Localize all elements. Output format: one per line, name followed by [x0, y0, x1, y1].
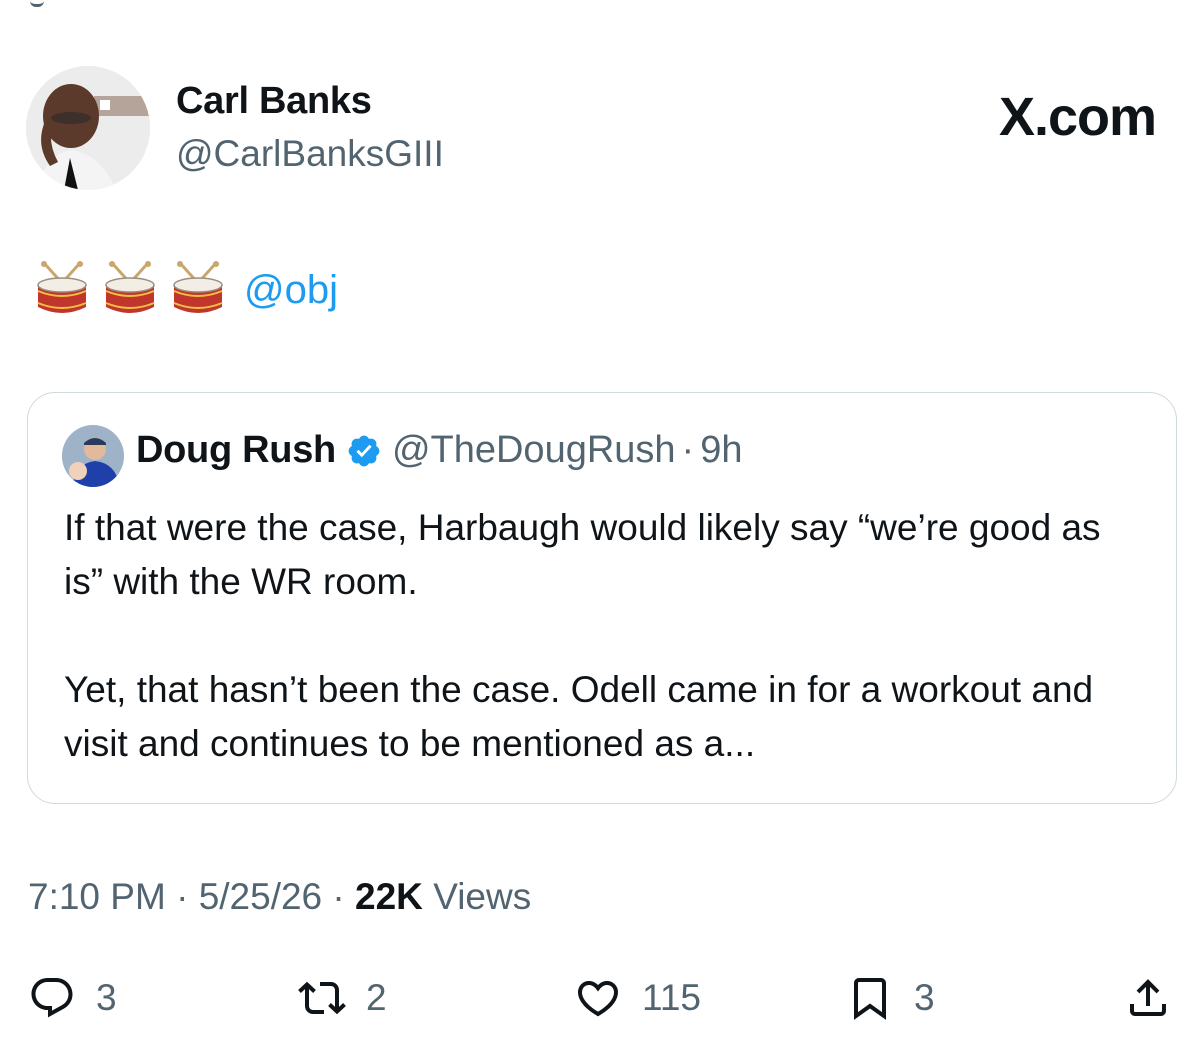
views-label: Views	[433, 876, 532, 917]
quoted-tweet[interactable]: Doug Rush @TheDougRush · 9h If that were…	[27, 392, 1177, 804]
author-name[interactable]: Carl Banks	[176, 80, 372, 123]
repost-icon	[298, 981, 346, 1015]
author-avatar[interactable]	[26, 66, 150, 190]
views-count: 22K	[355, 876, 423, 917]
tweet-date[interactable]: 5/25/26	[199, 876, 322, 917]
tweet-text: @obj	[34, 258, 338, 322]
drum-icon	[37, 261, 87, 313]
separator-dot: ·	[681, 429, 695, 471]
quoted-author-name[interactable]: Doug Rush	[136, 429, 336, 472]
quoted-author-handle[interactable]: @TheDougRush	[392, 429, 676, 472]
bookmark-icon	[854, 978, 886, 1020]
author-handle[interactable]: @CarlBanksGIII	[176, 133, 444, 175]
quoted-header: Doug Rush @TheDougRush · 9h	[136, 429, 742, 472]
share-button[interactable]	[1124, 968, 1172, 1028]
drum-icon	[105, 261, 155, 313]
separator-dot: ·	[332, 876, 345, 917]
quoted-text: If that were the case, Harbaugh would li…	[64, 507, 1101, 764]
avatar-photo-icon	[62, 425, 124, 487]
bookmark-count: 3	[914, 977, 935, 1018]
tweet-meta: 7:10 PM · 5/25/26 · 22K Views	[28, 876, 531, 918]
reply-count: 3	[96, 977, 117, 1018]
mention-link[interactable]: @obj	[244, 268, 338, 313]
like-count: 115	[642, 977, 701, 1018]
like-button[interactable]: 115	[574, 968, 701, 1028]
heart-icon	[577, 981, 619, 1017]
brand-label: X.com	[998, 87, 1157, 147]
reply-icon	[31, 978, 73, 1018]
quoted-timestamp[interactable]: 9h	[700, 429, 742, 472]
avatar-photo-icon	[26, 66, 150, 190]
verified-badge-icon	[348, 435, 380, 466]
bookmark-button[interactable]: 3	[846, 968, 935, 1028]
quoted-author-avatar[interactable]	[62, 425, 124, 487]
repost-count: 2	[366, 977, 387, 1018]
share-icon	[1130, 979, 1166, 1016]
reply-button[interactable]: 3	[28, 968, 117, 1028]
drum-icon	[173, 261, 223, 313]
top-edge-mark	[30, 0, 44, 7]
separator-dot: ·	[176, 876, 189, 917]
tweet-time[interactable]: 7:10 PM	[28, 876, 166, 917]
repost-button[interactable]: 2	[298, 968, 387, 1028]
